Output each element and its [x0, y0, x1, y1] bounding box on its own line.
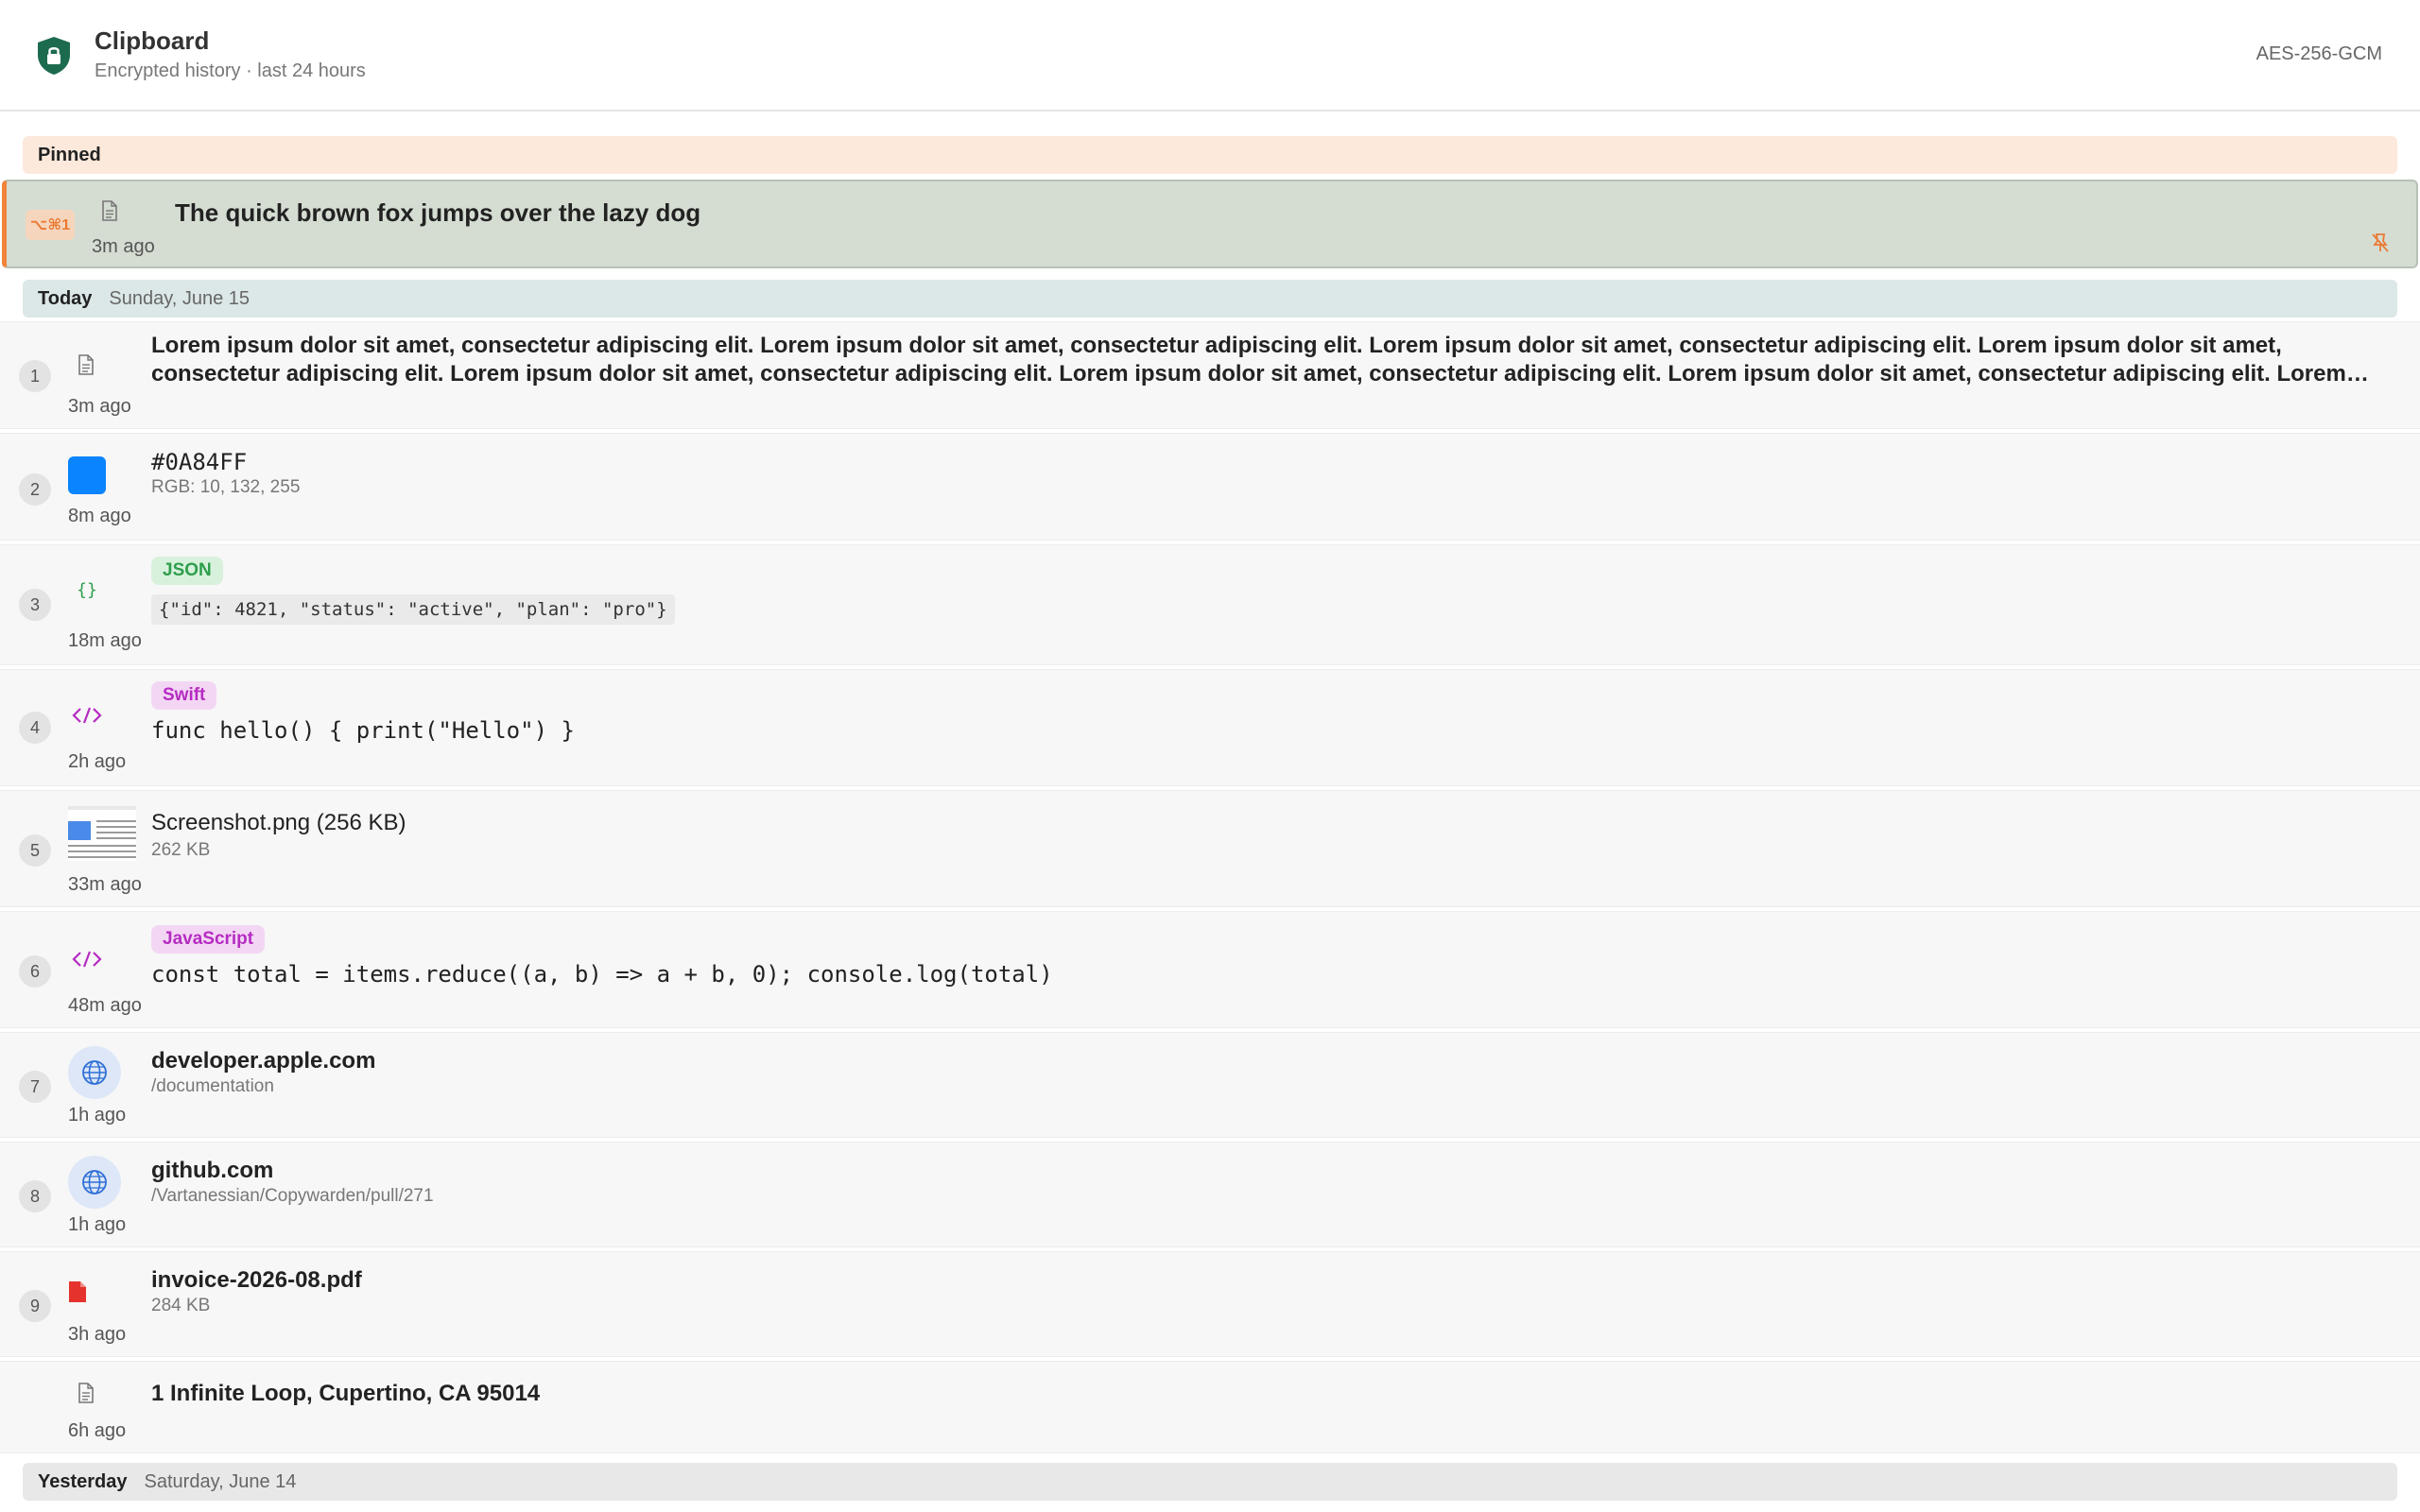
- svg-text:{}: {}: [77, 580, 97, 600]
- clip-time: 3m ago: [92, 236, 155, 257]
- clip-item-6[interactable]: 6 JavaScript const total = items.reduce(…: [0, 911, 2420, 1028]
- url-path: /documentation: [151, 1076, 274, 1096]
- encryption-label: AES-256-GCM: [2256, 43, 2382, 64]
- file-name: invoice-2026-08.pdf: [151, 1267, 362, 1293]
- section-date: Saturday, June 14: [144, 1470, 297, 1492]
- section-title: Today: [38, 287, 93, 309]
- app-title: Clipboard: [95, 26, 210, 55]
- globe-icon: [68, 1156, 121, 1209]
- clip-item-4[interactable]: 4 Swift func hello() { print("Hello") } …: [0, 669, 2420, 786]
- clip-code: const total = items.reduce((a, b) => a +…: [151, 961, 1053, 988]
- clip-time: 3m ago: [68, 396, 131, 417]
- color-hex-value: #0A84FF: [151, 449, 248, 475]
- color-swatch-icon: [68, 456, 106, 494]
- color-rgb-value: RGB: 10, 132, 255: [151, 477, 301, 497]
- clip-time: 18m ago: [68, 630, 142, 651]
- shield-lock-icon: [38, 37, 70, 75]
- app-header: Clipboard Encrypted history · last 24 ho…: [0, 0, 2420, 112]
- clip-time: 2h ago: [68, 751, 127, 772]
- code-icon: [72, 951, 102, 968]
- app-subtitle: Encrypted history · last 24 hours: [95, 60, 366, 81]
- clip-item-10[interactable]: 1 Infinite Loop, Cupertino, CA 95014 6h …: [0, 1361, 2420, 1453]
- braces-icon: {}: [77, 580, 97, 600]
- clip-item-5[interactable]: 5 Screenshot.png (256 KB) 262 KB 33m ago: [0, 790, 2420, 907]
- index-badge: 2: [19, 473, 51, 506]
- document-icon: [102, 200, 117, 221]
- clip-time: 33m ago: [68, 874, 142, 895]
- file-size: 262 KB: [151, 840, 211, 860]
- index-badge: 4: [19, 712, 51, 744]
- clip-item-3[interactable]: 3 {} JSON {"id": 4821, "status": "active…: [0, 544, 2420, 665]
- clip-item-7[interactable]: 7 developer.apple.com /documentation 1h …: [0, 1032, 2420, 1138]
- type-tag: Swift: [151, 681, 217, 710]
- clip-item-1[interactable]: 1 Lorem ipsum dolor sit amet, consectetu…: [0, 321, 2420, 429]
- index-badge: 5: [19, 834, 51, 867]
- file-size: 284 KB: [151, 1296, 211, 1315]
- url-path: /Vartanessian/Copywarden/pull/271: [151, 1186, 434, 1206]
- type-tag: JSON: [151, 557, 223, 585]
- index-badge: 7: [19, 1071, 51, 1103]
- clip-text: The quick brown fox jumps over the lazy …: [175, 198, 701, 227]
- document-icon: [78, 1383, 94, 1403]
- url-domain: github.com: [151, 1158, 274, 1183]
- shortcut-badge: ⌥⌘1: [26, 210, 75, 240]
- section-header-today: Today Sunday, June 15: [23, 280, 2397, 318]
- unpin-icon[interactable]: [2371, 232, 2390, 253]
- url-domain: developer.apple.com: [151, 1048, 376, 1074]
- index-badge: 3: [19, 589, 51, 621]
- clip-time: 48m ago: [68, 995, 142, 1016]
- index-badge: 6: [19, 955, 51, 988]
- section-title: Pinned: [38, 144, 101, 165]
- document-icon: [78, 354, 94, 375]
- file-name: Screenshot.png (256 KB): [151, 810, 406, 835]
- clip-item-9[interactable]: 9 invoice-2026-08.pdf 284 KB 3h ago: [0, 1251, 2420, 1357]
- clip-time: 8m ago: [68, 506, 131, 526]
- clip-text: 1 Infinite Loop, Cupertino, CA 95014: [151, 1381, 541, 1406]
- clip-code: func hello() { print("Hello") }: [151, 717, 575, 744]
- clip-item-8[interactable]: 8 github.com /Vartanessian/Copywarden/pu…: [0, 1142, 2420, 1247]
- globe-icon: [68, 1046, 121, 1099]
- section-header-pinned: Pinned: [23, 136, 2397, 174]
- clip-time: 1h ago: [68, 1214, 127, 1235]
- index-badge: 1: [19, 360, 51, 392]
- type-tag: JavaScript: [151, 925, 266, 954]
- index-badge: 9: [19, 1290, 51, 1322]
- clip-time: 1h ago: [68, 1105, 127, 1125]
- clip-text: Lorem ipsum dolor sit amet, consectetur …: [151, 333, 2346, 387]
- clip-item-2[interactable]: 2 #0A84FF RGB: 10, 132, 255 8m ago: [0, 433, 2420, 541]
- image-thumbnail-icon: [68, 806, 136, 861]
- code-icon: [72, 707, 102, 724]
- section-title: Yesterday: [38, 1470, 128, 1492]
- clip-time: 3h ago: [68, 1324, 127, 1345]
- section-date: Sunday, June 15: [109, 287, 251, 309]
- clip-code: {"id": 4821, "status": "active", "plan":…: [151, 594, 675, 625]
- section-header-yesterday: Yesterday Saturday, June 14: [23, 1463, 2397, 1501]
- pinned-clip-item[interactable]: ⌥⌘1 The quick brown fox jumps over the l…: [2, 180, 2418, 268]
- pdf-file-icon: [69, 1281, 86, 1302]
- index-badge: 8: [19, 1180, 51, 1212]
- clip-time: 6h ago: [68, 1420, 127, 1441]
